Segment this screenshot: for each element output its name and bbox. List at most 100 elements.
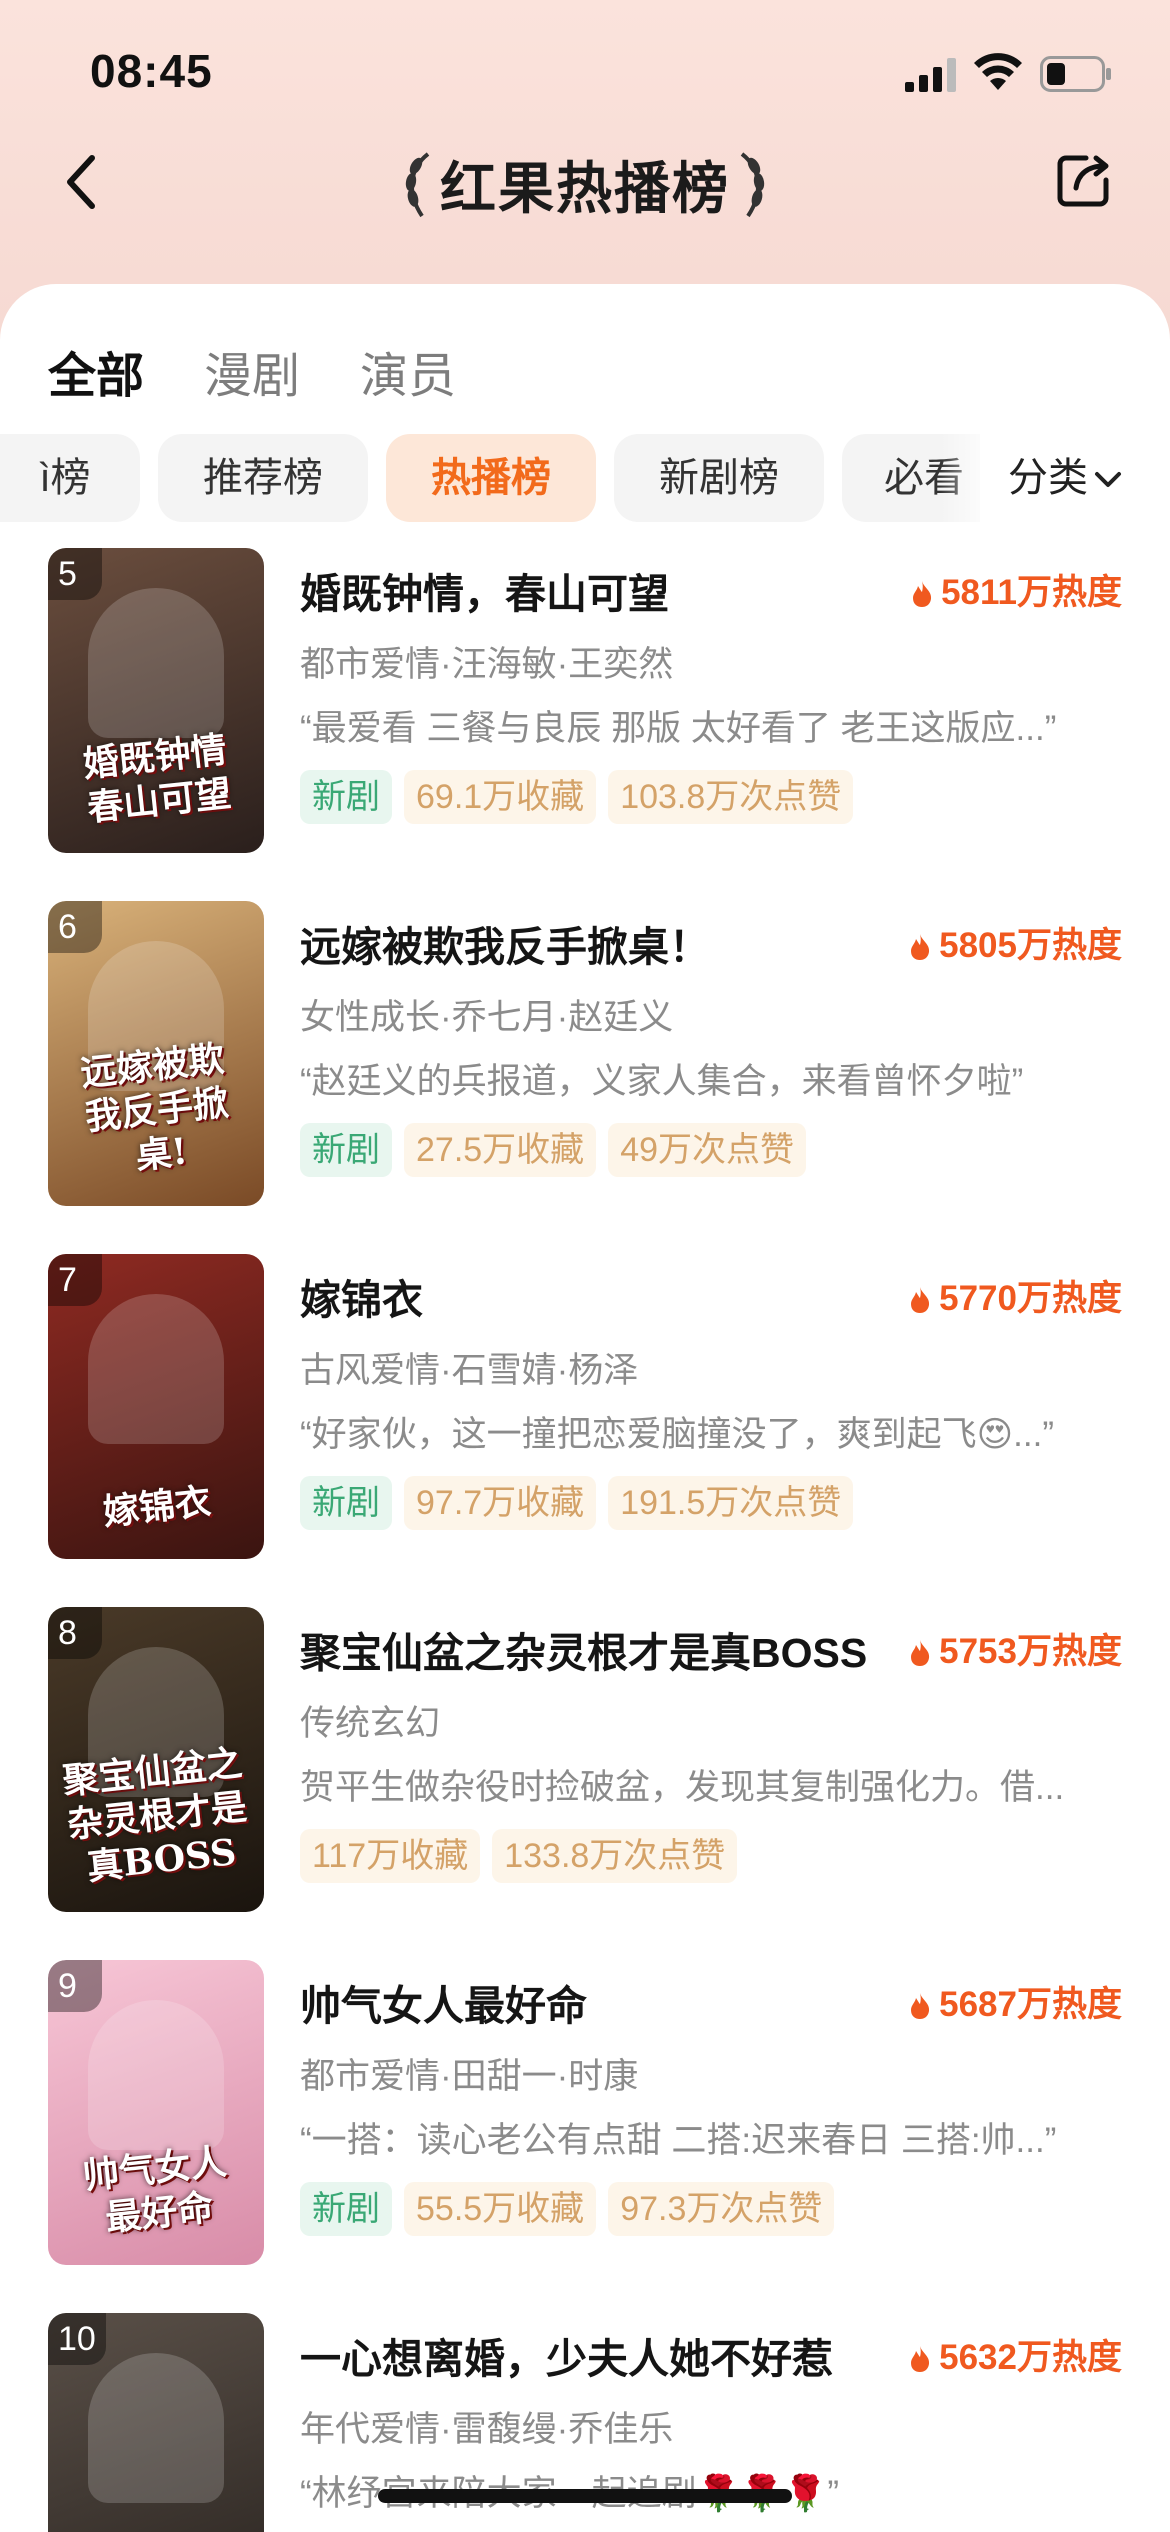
title-wrap: 红果热播榜 — [0, 144, 1170, 225]
comment-quote: “赵廷义的兵报道，义家人集合，来看曾怀夕啦” — [300, 1062, 1024, 1101]
heat-value: 5770万热度 — [909, 1270, 1122, 1321]
tab-actors[interactable]: 演员 — [360, 336, 456, 406]
comment-quote: “一搭：读心老公有点甜 二搭:迟来春日 三搭:帅...” — [300, 2121, 1057, 2160]
poster-image[interactable]: 嫁锦衣 7 — [48, 1254, 264, 1559]
status-bar: 08:45 — [0, 0, 1170, 140]
new-drama-badge: 新剧 — [300, 1123, 392, 1177]
stat-badge: 27.5万收藏 — [404, 1123, 597, 1177]
heat-value: 5805万热度 — [909, 917, 1122, 968]
content-sheet: 全部 漫剧 演员 ì榜 推荐榜 热播榜 新剧榜 必看 分类 婚既钟情 春山可望 … — [0, 284, 1170, 2532]
heat-text: 5770万热度 — [939, 1279, 1122, 1318]
new-drama-badge: 新剧 — [300, 2182, 392, 2236]
drama-title[interactable]: 婚既钟情，春山可望 — [300, 560, 880, 620]
stat-badge: 49万次点赞 — [608, 1123, 807, 1177]
stat-badge: 97.7万收藏 — [404, 1476, 597, 1530]
rank-badge: 8 — [48, 1607, 102, 1659]
list-item[interactable]: 远嫁被欺 我反手掀桌! 6 远嫁被欺我反手掀桌！ 5805万热度 女性成长·乔七… — [0, 901, 1170, 1206]
stat-badge: 133.8万次点赞 — [492, 1829, 738, 1883]
genre-cast: 传统玄幻 — [300, 1704, 441, 1743]
tag-row: 新剧 55.5万收藏 97.3万次点赞 — [300, 2182, 846, 2238]
page-title: 红果热播榜 — [440, 157, 730, 220]
list-item[interactable]: 聚宝仙盆之 杂灵根才是真BOSS 8 聚宝仙盆之杂灵根才是真BOSS 5753万… — [0, 1607, 1170, 1912]
new-drama-badge: 新剧 — [300, 770, 392, 824]
new-drama-badge: 新剧 — [300, 1476, 392, 1530]
heat-value: 5811万热度 — [911, 564, 1122, 615]
chip-hot-ranking[interactable]: 热播榜 — [386, 434, 596, 522]
rank-badge: 10 — [48, 2313, 106, 2365]
drama-title[interactable]: 聚宝仙盆之杂灵根才是真BOSS — [300, 1619, 880, 1679]
flame-icon — [911, 2346, 930, 2372]
status-time: 08:45 — [90, 45, 213, 97]
heat-value: 5687万热度 — [909, 1976, 1122, 2027]
wifi-icon — [974, 53, 1022, 90]
tab-comic-drama[interactable]: 漫剧 — [204, 336, 300, 406]
tag-row: 新剧 27.5万收藏 49万次点赞 — [300, 1123, 818, 1179]
laurel-right-icon — [741, 151, 765, 217]
poster-image[interactable]: 婚既钟情 春山可望 5 — [48, 548, 264, 853]
drama-title[interactable]: 嫁锦衣 — [300, 1266, 880, 1326]
genre-cast: 年代爱情·雷馥缦·乔佳乐 — [300, 2410, 674, 2449]
home-indicator — [378, 2489, 792, 2503]
rank-badge: 9 — [48, 1960, 102, 2012]
genre-cast: 古风爱情·石雪婧·杨泽 — [300, 1351, 639, 1390]
stat-badge: 103.8万次点赞 — [608, 770, 854, 824]
list-item[interactable]: 嫁锦衣 7 嫁锦衣 5770万热度 古风爱情·石雪婧·杨泽 “好家伙，这一撞把恋… — [0, 1254, 1170, 1559]
stat-badge: 69.1万收藏 — [404, 770, 597, 824]
poster-title-art: 帅气女人 最好命 — [80, 2140, 229, 2240]
rank-badge: 7 — [48, 1254, 102, 1306]
share-icon[interactable] — [1056, 152, 1112, 208]
cellular-signal-icon — [905, 58, 956, 92]
heat-text: 5805万热度 — [939, 926, 1122, 965]
heat-text: 5753万热度 — [939, 1632, 1122, 1671]
stat-badge: 55.5万收藏 — [404, 2182, 597, 2236]
poster-figure — [88, 2000, 224, 2150]
battery-icon — [1040, 56, 1111, 92]
genre-cast: 女性成长·乔七月·赵廷义 — [300, 998, 674, 1037]
heat-text: 5687万热度 — [939, 1985, 1122, 2024]
comment-quote: 贺平生做杂役时捡破盆，发现其复制强化力。借... — [300, 1768, 1065, 1807]
poster-figure — [88, 1294, 224, 1444]
poster-title-art: 远嫁被欺 我反手掀桌! — [78, 1037, 231, 1178]
ranking-chips: ì榜 推荐榜 热播榜 新剧榜 必看 — [0, 434, 980, 526]
chip-partial-ranking[interactable]: ì榜 — [0, 434, 140, 522]
drama-title[interactable]: 远嫁被欺我反手掀桌！ — [300, 913, 880, 973]
comment-quote: “最爱看 三餐与良辰 那版 太好看了 老王这版应...” — [300, 709, 1057, 748]
drama-title[interactable]: 帅气女人最好命 — [300, 1972, 880, 2032]
tag-row: 新剧 69.1万收藏 103.8万次点赞 — [300, 770, 865, 826]
poster-image[interactable]: 10 — [48, 2313, 264, 2532]
nav-bar: 红果热播榜 — [0, 130, 1170, 240]
flame-icon — [911, 934, 930, 960]
list-item[interactable]: 婚既钟情 春山可望 5 婚既钟情，春山可望 5811万热度 都市爱情·汪海敏·王… — [0, 548, 1170, 853]
heat-value: 5632万热度 — [909, 2329, 1122, 2380]
heat-text: 5632万热度 — [939, 2338, 1122, 2377]
genre-cast: 都市爱情·汪海敏·王奕然 — [300, 645, 674, 684]
drama-title[interactable]: 一心想离婚，少夫人她不好惹 — [300, 2325, 880, 2385]
flame-icon — [911, 1993, 930, 2019]
stat-badge: 117万收藏 — [300, 1829, 481, 1883]
category-button[interactable]: 分类 — [1008, 434, 1122, 522]
tab-all[interactable]: 全部 — [48, 336, 144, 406]
poster-title-art: 聚宝仙盆之 杂灵根才是真BOSS — [60, 1741, 249, 1889]
chips-fade — [940, 434, 1000, 524]
rank-badge: 5 — [48, 548, 102, 600]
poster-figure — [88, 588, 224, 738]
poster-title-art: 嫁锦衣 — [101, 1480, 213, 1534]
flame-icon — [911, 1287, 930, 1313]
chip-new-ranking[interactable]: 新剧榜 — [614, 434, 824, 522]
poster-image[interactable]: 聚宝仙盆之 杂灵根才是真BOSS 8 — [48, 1607, 264, 1912]
chip-recommend-ranking[interactable]: 推荐榜 — [158, 434, 368, 522]
heat-text: 5811万热度 — [941, 573, 1122, 612]
rank-badge: 6 — [48, 901, 102, 953]
tag-row: 新剧 97.7万收藏 191.5万次点赞 — [300, 1476, 865, 1532]
stat-badge: 191.5万次点赞 — [608, 1476, 854, 1530]
genre-cast: 都市爱情·田甜一·时康 — [300, 2057, 639, 2096]
tag-row: 117万收藏 133.8万次点赞 — [300, 1829, 749, 1885]
stat-badge: 97.3万次点赞 — [608, 2182, 835, 2236]
comment-quote: “好家伙，这一撞把恋爱脑撞没了，爽到起飞😍...” — [300, 1415, 1054, 1454]
laurel-left-icon — [405, 151, 429, 217]
poster-image[interactable]: 远嫁被欺 我反手掀桌! 6 — [48, 901, 264, 1206]
heat-value: 5753万热度 — [909, 1623, 1122, 1674]
list-item[interactable]: 帅气女人 最好命 9 帅气女人最好命 5687万热度 都市爱情·田甜一·时康 “… — [0, 1960, 1170, 2265]
category-label: 分类 — [1008, 456, 1088, 500]
poster-image[interactable]: 帅气女人 最好命 9 — [48, 1960, 264, 2265]
